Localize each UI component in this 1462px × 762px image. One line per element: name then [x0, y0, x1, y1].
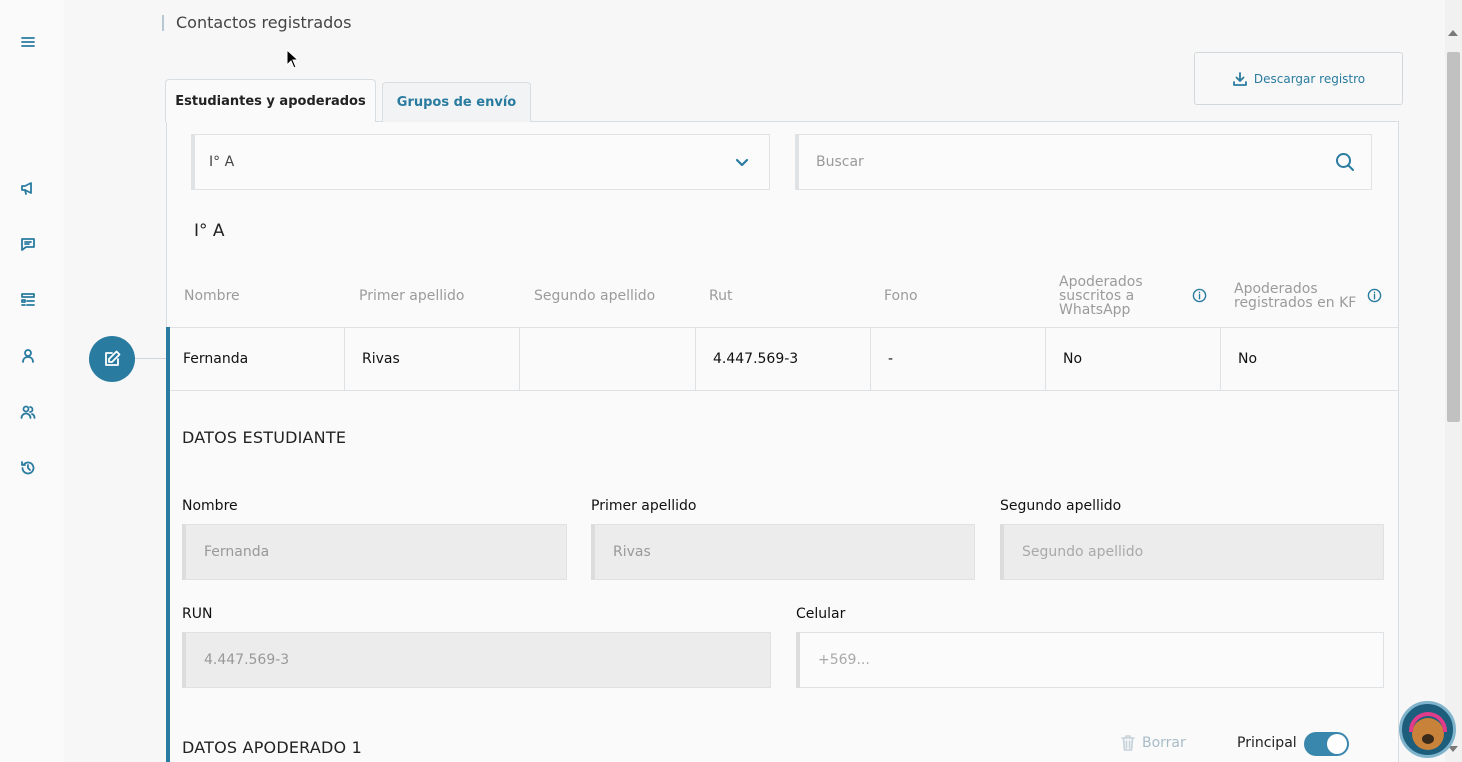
nombre-field [182, 524, 567, 580]
celular-label: Celular [796, 606, 846, 622]
edit-connector-line [135, 358, 166, 359]
column-header-primer-apellido: Primer apellido [359, 270, 519, 322]
avatar-snout [1422, 734, 1434, 744]
chat-icon[interactable] [18, 234, 38, 254]
principal-toggle[interactable] [1304, 732, 1349, 756]
edit-button[interactable] [89, 336, 135, 382]
megaphone-icon[interactable] [18, 178, 38, 198]
download-register-button[interactable]: Descargar registro [1194, 52, 1403, 105]
toggle-knob [1327, 734, 1347, 754]
cell-rut: 4.447.569-3 [696, 328, 871, 390]
row-accent-bar [166, 327, 170, 762]
run-input [204, 652, 714, 668]
edit-icon [105, 350, 121, 366]
nombre-input [204, 544, 530, 560]
delete-guardian-button[interactable]: Borrar [1120, 734, 1186, 752]
guardian-data-title: DATOS APODERADO 1 [182, 738, 362, 757]
page-title: Contactos registrados [162, 13, 351, 32]
column-header-segundo-apellido-label: Segundo apellido [534, 288, 656, 304]
column-header-primer-apellido-label: Primer apellido [359, 288, 465, 304]
cell-segundo-apellido [520, 328, 696, 390]
student-data-title: DATOS ESTUDIANTE [182, 428, 347, 447]
celular-input[interactable] [818, 652, 1327, 668]
avatar-headphones [1409, 712, 1447, 732]
nombre-label: Nombre [182, 498, 238, 514]
column-header-nombre-label: Nombre [184, 288, 240, 304]
download-icon [1232, 71, 1247, 86]
segundo-apellido-field [1000, 524, 1384, 580]
search-box [795, 134, 1372, 190]
column-header-kf: Apoderados registrados en KF [1234, 270, 1394, 322]
column-header-nombre: Nombre [184, 270, 344, 322]
page-title-text: Contactos registrados [176, 13, 352, 32]
column-header-kf-label: Apoderados registrados en KF [1234, 281, 1357, 311]
principal-label: Principal [1237, 735, 1297, 751]
scrollbar-thumb[interactable] [1447, 52, 1460, 422]
users-icon[interactable] [18, 402, 38, 422]
course-select[interactable]: I° A [191, 134, 770, 190]
cell-nombre: Fernanda [166, 328, 345, 390]
menu-icon[interactable] [18, 32, 38, 52]
cell-kf: No [1238, 351, 1258, 367]
column-header-rut-label: Rut [709, 288, 733, 304]
segundo-apellido-input [1022, 544, 1347, 560]
column-header-whatsapp: Apoderados suscritos a WhatsApp [1059, 270, 1219, 322]
mouse-cursor-icon [286, 48, 300, 69]
column-header-whatsapp-label: Apoderados suscritos a WhatsApp [1059, 274, 1143, 318]
sidebar [0, 0, 64, 762]
segundo-apellido-label: Segundo apellido [1000, 498, 1122, 514]
search-icon[interactable] [1335, 152, 1357, 174]
table-row[interactable]: Fernanda Rivas 4.447.569-3 - No No [166, 327, 1398, 391]
tab-send-groups-label: Grupos de envío [396, 95, 517, 110]
download-register-label: Descargar registro [1253, 71, 1366, 86]
list-icon[interactable] [18, 290, 38, 310]
cell-primer-apellido: Rivas [345, 328, 520, 390]
course-select-value: I° A [209, 154, 235, 170]
primer-apellido-field [591, 524, 975, 580]
run-field [182, 632, 771, 688]
user-icon[interactable] [18, 346, 38, 366]
column-header-rut: Rut [709, 270, 869, 322]
primer-apellido-label: Primer apellido [591, 498, 697, 514]
celular-field [796, 632, 1384, 688]
run-label: RUN [182, 606, 213, 622]
tab-send-groups[interactable]: Grupos de envío [382, 82, 531, 122]
column-header-segundo-apellido: Segundo apellido [534, 270, 694, 322]
primer-apellido-input [613, 544, 938, 560]
column-header-fono-label: Fono [884, 288, 918, 304]
tab-students-guardians[interactable]: Estudiantes y apoderados [165, 79, 376, 122]
course-heading: I° A [194, 221, 225, 241]
search-input[interactable] [816, 154, 1296, 170]
chevron-down-icon [735, 155, 749, 169]
cell-whatsapp: No [1046, 328, 1221, 390]
delete-guardian-label: Borrar [1142, 735, 1186, 751]
trash-icon [1121, 735, 1135, 751]
column-header-fono: Fono [884, 270, 1044, 322]
title-divider [162, 14, 164, 31]
support-chat-avatar[interactable] [1399, 701, 1456, 758]
info-icon[interactable] [1367, 288, 1383, 304]
cell-fono: - [871, 328, 1046, 390]
history-icon[interactable] [18, 458, 38, 478]
info-icon[interactable] [1192, 288, 1208, 304]
tab-students-guardians-label: Estudiantes y apoderados [175, 93, 366, 109]
scroll-up-arrow[interactable] [1448, 30, 1458, 36]
